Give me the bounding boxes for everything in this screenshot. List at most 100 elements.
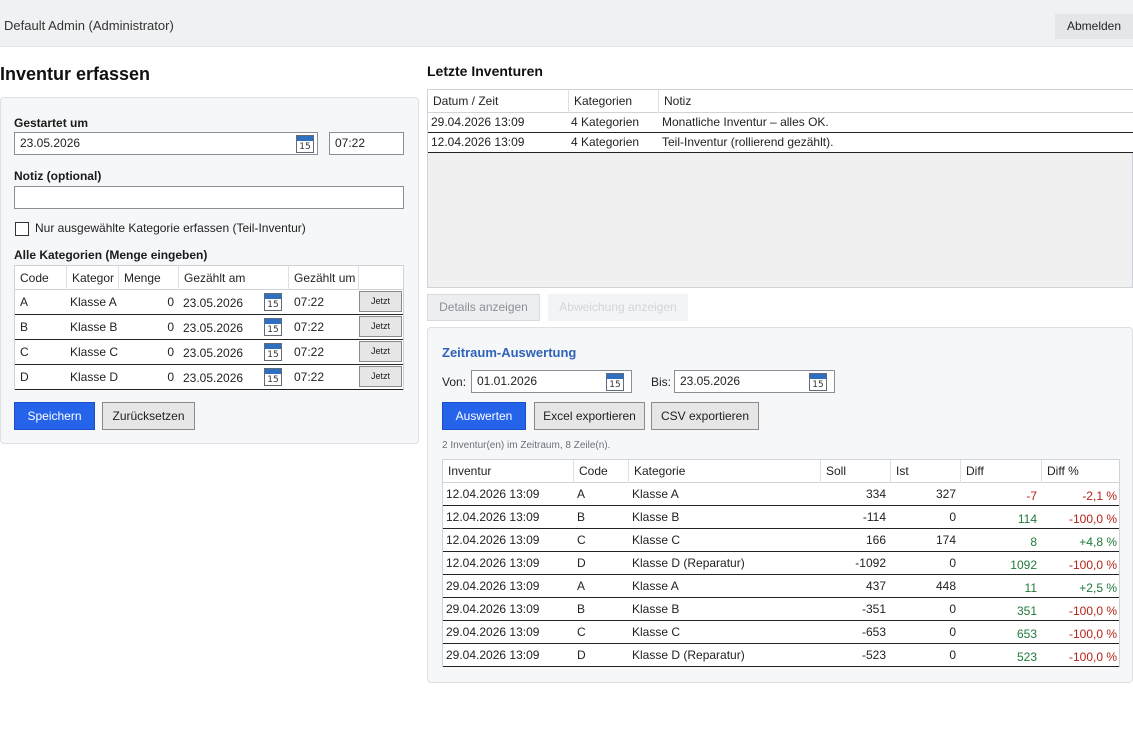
partial-inventory-checkbox[interactable] bbox=[15, 222, 29, 236]
table-row[interactable]: B Klasse B 0 23.05.2026 15 07:22 Jetzt bbox=[15, 315, 403, 340]
categories-label: Alle Kategorien (Menge eingeben) bbox=[14, 248, 208, 262]
table-row[interactable]: 12.04.2026 13:09 B Klasse B -114 0 114 -100,0 … bbox=[443, 506, 1119, 529]
counted-time-cell[interactable]: 07:22 bbox=[294, 315, 324, 339]
category-cell: Klasse B bbox=[632, 602, 680, 616]
column-header[interactable]: Diff % bbox=[1042, 460, 1119, 483]
quantity-cell[interactable]: 0 bbox=[119, 340, 174, 364]
show-deviation-button[interactable]: Abweichung anzeigen bbox=[548, 294, 688, 321]
details-button[interactable]: Details anzeigen bbox=[427, 294, 540, 321]
calendar-icon[interactable]: 15 bbox=[264, 368, 282, 386]
counted-date-cell[interactable]: 23.05.2026 bbox=[183, 366, 243, 390]
started-date-input[interactable]: 23.05.2026 bbox=[14, 132, 318, 155]
column-header[interactable]: Kategorien bbox=[569, 90, 659, 113]
table-row[interactable]: 29.04.2026 13:09 4 Kategorien Monatliche… bbox=[428, 113, 1133, 133]
calendar-icon[interactable]: 15 bbox=[296, 135, 314, 153]
table-row[interactable]: 29.04.2026 13:09 C Klasse C -653 0 653 -100,0 … bbox=[443, 621, 1119, 644]
column-header[interactable]: Ist bbox=[891, 460, 961, 483]
table-row[interactable]: 12.04.2026 13:09 D Klasse D (Reparatur) -10… bbox=[443, 552, 1119, 575]
excel-export-button[interactable]: Excel exportieren bbox=[534, 402, 645, 430]
table-row[interactable]: 12.04.2026 13:09 4 Kategorien Teil-Inven… bbox=[428, 133, 1133, 153]
table-row[interactable]: 29.04.2026 13:09 A Klasse A 437 448 11 +2,5 % bbox=[443, 575, 1119, 598]
table-row[interactable]: D Klasse D 0 23.05.2026 15 07:22 Jetzt bbox=[15, 365, 403, 390]
category-cell: Klasse C bbox=[632, 625, 681, 639]
target-cell: -351 bbox=[861, 602, 886, 616]
actual-cell: 0 bbox=[949, 510, 956, 524]
table-row[interactable]: C Klasse C 0 23.05.2026 15 07:22 Jetzt bbox=[15, 340, 403, 365]
column-header[interactable]: Gezählt um bbox=[289, 266, 359, 290]
logout-button[interactable]: Abmelden bbox=[1055, 14, 1133, 39]
code-cell: C bbox=[20, 345, 29, 359]
now-button[interactable]: Jetzt bbox=[359, 316, 402, 337]
evaluation-title: Zeitraum-Auswertung bbox=[442, 345, 577, 360]
code-cell: B bbox=[577, 602, 586, 616]
calendar-icon[interactable]: 15 bbox=[606, 373, 624, 391]
column-header[interactable]: Kategorie bbox=[629, 460, 821, 483]
quantity-cell[interactable]: 0 bbox=[119, 315, 174, 339]
inventur-cell: 12.04.2026 13:09 bbox=[446, 510, 540, 524]
inventur-cell: 29.04.2026 13:09 bbox=[446, 579, 540, 593]
evaluate-button[interactable]: Auswerten bbox=[442, 402, 526, 430]
note-cell: Teil-Inventur (rollierend gezählt). bbox=[662, 135, 834, 149]
category-cell: Klasse D (Reparatur) bbox=[632, 648, 745, 662]
categories-cell: 4 Kategorien bbox=[571, 115, 640, 129]
column-header[interactable]: Kategor bbox=[67, 266, 119, 290]
column-header[interactable]: Soll bbox=[821, 460, 891, 483]
now-button[interactable]: Jetzt bbox=[359, 291, 402, 312]
column-header[interactable]: Menge bbox=[119, 266, 179, 290]
counted-date-cell[interactable]: 23.05.2026 bbox=[183, 291, 243, 315]
save-button[interactable]: Speichern bbox=[14, 402, 95, 430]
recent-grid-header: Datum / Zeit Kategorien Notiz bbox=[428, 90, 1133, 113]
column-header[interactable]: Datum / Zeit bbox=[428, 90, 569, 113]
diff-percent-cell: +2,5 % bbox=[1079, 581, 1117, 595]
column-header[interactable]: Code bbox=[574, 460, 629, 483]
column-header[interactable]: Code bbox=[15, 266, 67, 290]
code-cell: B bbox=[20, 320, 29, 334]
table-row[interactable]: 12.04.2026 13:09 A Klasse A 334 327 -7 -2,1 % bbox=[443, 483, 1119, 506]
started-time-input[interactable]: 07:22 bbox=[329, 132, 404, 155]
diff-cell: -7 bbox=[1026, 489, 1037, 503]
actual-cell: 327 bbox=[935, 487, 956, 501]
category-cell: Klasse A bbox=[70, 295, 117, 309]
counted-time-cell[interactable]: 07:22 bbox=[294, 365, 324, 389]
note-input[interactable] bbox=[14, 186, 404, 209]
code-cell: C bbox=[577, 533, 586, 547]
categories-grid-header: Code Kategor Menge Gezählt am Gezählt um bbox=[15, 266, 403, 290]
calendar-icon[interactable]: 15 bbox=[264, 318, 282, 336]
counted-time-cell[interactable]: 07:22 bbox=[294, 340, 324, 364]
counted-date-cell[interactable]: 23.05.2026 bbox=[183, 341, 243, 365]
diff-percent-cell: -100,0 % bbox=[1068, 650, 1117, 664]
category-cell: Klasse C bbox=[632, 533, 681, 547]
calendar-icon[interactable]: 15 bbox=[264, 293, 282, 311]
now-button[interactable]: Jetzt bbox=[359, 341, 402, 362]
category-cell: Klasse D bbox=[70, 370, 119, 384]
recent-inventories-grid: Datum / Zeit Kategorien Notiz 29.04.2026… bbox=[427, 89, 1133, 288]
category-cell: Klasse B bbox=[70, 320, 118, 334]
inventur-cell: 29.04.2026 13:09 bbox=[446, 625, 540, 639]
table-row[interactable]: 29.04.2026 13:09 D Klasse D (Reparatur) -52… bbox=[443, 644, 1119, 667]
csv-export-button[interactable]: CSV exportieren bbox=[651, 402, 759, 430]
diff-cell: 11 bbox=[1024, 581, 1037, 595]
diff-percent-cell: -100,0 % bbox=[1068, 558, 1117, 572]
column-header[interactable]: Gezählt am bbox=[179, 266, 289, 290]
target-cell: -1092 bbox=[855, 556, 886, 570]
counted-date-cell[interactable]: 23.05.2026 bbox=[183, 316, 243, 340]
reset-button[interactable]: Zurücksetzen bbox=[102, 402, 195, 430]
column-header[interactable]: Inventur bbox=[443, 460, 574, 483]
table-row[interactable]: 12.04.2026 13:09 C Klasse C 166 174 8 +4,8 % bbox=[443, 529, 1119, 552]
diff-cell: 653 bbox=[1016, 627, 1037, 641]
target-cell: -653 bbox=[861, 625, 886, 639]
diff-percent-cell: -2,1 % bbox=[1082, 489, 1117, 503]
actual-cell: 174 bbox=[935, 533, 956, 547]
partial-inventory-label: Nur ausgewählte Kategorie erfassen (Teil… bbox=[35, 221, 306, 235]
quantity-cell[interactable]: 0 bbox=[119, 365, 174, 389]
table-row[interactable]: A Klasse A 0 23.05.2026 15 07:22 Jetzt bbox=[15, 290, 403, 315]
target-cell: -114 bbox=[862, 510, 886, 524]
counted-time-cell[interactable]: 07:22 bbox=[294, 290, 324, 314]
column-header[interactable]: Diff bbox=[961, 460, 1042, 483]
now-button[interactable]: Jetzt bbox=[359, 366, 402, 387]
calendar-icon[interactable]: 15 bbox=[809, 373, 827, 391]
column-header[interactable]: Notiz bbox=[659, 90, 1133, 113]
calendar-icon[interactable]: 15 bbox=[264, 343, 282, 361]
quantity-cell[interactable]: 0 bbox=[119, 290, 174, 314]
table-row[interactable]: 29.04.2026 13:09 B Klasse B -351 0 351 -100,0 … bbox=[443, 598, 1119, 621]
